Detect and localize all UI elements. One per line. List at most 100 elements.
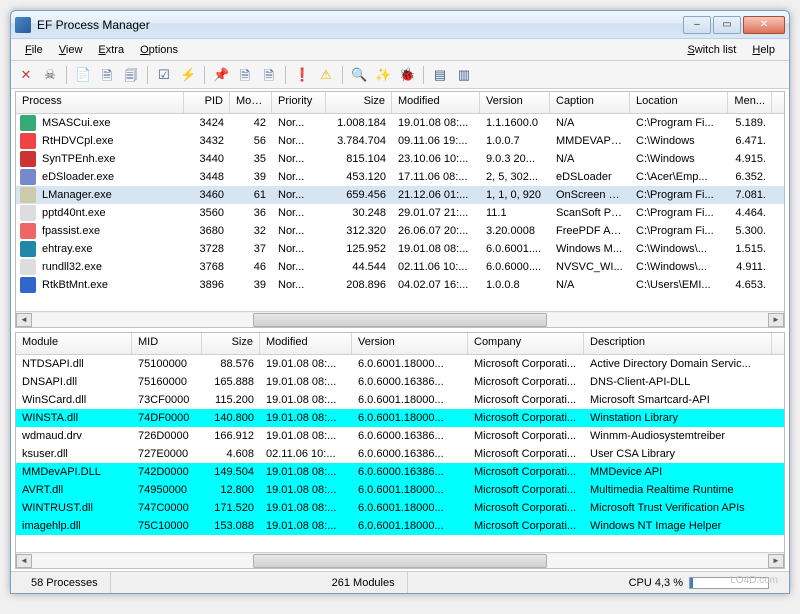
table-row[interactable]: ksuser.dll727E00004.60802.11.06 10:...6.… (16, 445, 784, 463)
process-grid[interactable]: MSASCui.exe342442Nor...1.008.18419.01.08… (16, 114, 784, 311)
cell: ehtray.exe (36, 242, 184, 256)
table-row[interactable]: MSASCui.exe342442Nor...1.008.18419.01.08… (16, 114, 784, 132)
scroll-right-icon[interactable]: ► (768, 554, 784, 568)
magnifier-button[interactable]: 🔍 (348, 64, 370, 86)
cell: 17.11.06 08:... (392, 170, 480, 184)
skull-button[interactable]: ☠ (39, 64, 61, 86)
table-row[interactable]: imagehlp.dll75C10000153.08819.01.08 08:.… (16, 517, 784, 535)
close-button[interactable]: ✕ (743, 16, 785, 34)
cell: FreePDF Ass... (550, 224, 630, 238)
doc-refresh-button[interactable]: 🗎 (258, 64, 280, 86)
doc-refresh-icon: 🗎 (261, 67, 277, 83)
lightning-button[interactable]: ⚡ (177, 64, 199, 86)
process-hscroll[interactable]: ◄ ► (16, 311, 784, 327)
menu-extra[interactable]: Extra (90, 42, 132, 58)
scroll-left-icon[interactable]: ◄ (16, 313, 32, 327)
cell: MMDevice API (584, 465, 772, 479)
col-location[interactable]: Location (630, 92, 728, 113)
menu-options[interactable]: Options (132, 42, 186, 58)
minimize-button[interactable]: – (683, 16, 711, 34)
col-size[interactable]: Size (326, 92, 392, 113)
col-pid[interactable]: PID (184, 92, 230, 113)
cell: OnScreen D... (550, 188, 630, 202)
table-row[interactable]: fpassist.exe368032Nor...312.32026.06.07 … (16, 222, 784, 240)
wand-icon: ✨ (375, 67, 391, 83)
col-module[interactable]: Module (16, 333, 132, 354)
col-process[interactable]: Process (16, 92, 184, 113)
doc-plus-button[interactable]: 🗎 (234, 64, 256, 86)
col-modified[interactable]: Modified (392, 92, 480, 113)
col-caption[interactable]: Caption (550, 92, 630, 113)
titlebar[interactable]: EF Process Manager – ▭ ✕ (11, 11, 789, 39)
module-grid[interactable]: NTDSAPI.dll7510000088.57619.01.08 08:...… (16, 355, 784, 552)
scroll-thumb[interactable] (253, 554, 547, 568)
layout-2-button[interactable]: ▥ (453, 64, 475, 86)
cell: Microsoft Corporati... (468, 411, 584, 425)
col-men[interactable]: Men... (728, 92, 772, 113)
process-pane: ProcessPIDMod...PrioritySizeModifiedVers… (15, 91, 785, 328)
process-icon (20, 259, 36, 275)
cell: Windows M... (550, 242, 630, 256)
cell: 3896 (184, 278, 230, 292)
module-hscroll[interactable]: ◄ ► (16, 552, 784, 568)
table-row[interactable]: WinSCard.dll73CF0000115.20019.01.08 08:.… (16, 391, 784, 409)
warning-button[interactable]: ⚠ (315, 64, 337, 86)
col-version[interactable]: Version (480, 92, 550, 113)
checkbox-button[interactable]: ☑ (153, 64, 175, 86)
cell: WINSTA.dll (16, 411, 132, 425)
bug-button[interactable]: 🐞 (396, 64, 418, 86)
wand-button[interactable]: ✨ (372, 64, 394, 86)
table-row[interactable]: WINTRUST.dll747C0000171.52019.01.08 08:.… (16, 499, 784, 517)
scroll-right-icon[interactable]: ► (768, 313, 784, 327)
cell: 6.0.6001.18000... (352, 501, 468, 515)
page-refresh-button[interactable]: 🗎 (96, 64, 118, 86)
process-icon (20, 169, 36, 185)
col-version[interactable]: Version (352, 333, 468, 354)
table-row[interactable]: RtHDVCpl.exe343256Nor...3.784.70409.11.0… (16, 132, 784, 150)
scroll-thumb[interactable] (253, 313, 547, 327)
cell: Nor... (272, 224, 326, 238)
cell: 36 (230, 206, 272, 220)
menu-view[interactable]: View (51, 42, 91, 58)
table-row[interactable]: SynTPEnh.exe344035Nor...815.10423.10.06 … (16, 150, 784, 168)
cell: 6.0.6001.18000... (352, 357, 468, 371)
cell: 726D0000 (132, 429, 202, 443)
cell: 19.01.08 08:... (260, 465, 352, 479)
table-row[interactable]: DNSAPI.dll75160000165.88819.01.08 08:...… (16, 373, 784, 391)
table-row[interactable]: LManager.exe346061Nor...659.45621.12.06 … (16, 186, 784, 204)
menu-help[interactable]: Help (744, 42, 783, 58)
table-row[interactable]: rundll32.exe376846Nor...44.54402.11.06 1… (16, 258, 784, 276)
cell: 171.520 (202, 501, 260, 515)
layout-1-button[interactable]: ▤ (429, 64, 451, 86)
maximize-button[interactable]: ▭ (713, 16, 741, 34)
pin-button[interactable]: 📌 (210, 64, 232, 86)
cell: 1.0.0.8 (480, 278, 550, 292)
menu-file[interactable]: File (17, 42, 51, 58)
cell: 208.896 (326, 278, 392, 292)
col-modified[interactable]: Modified (260, 333, 352, 354)
table-row[interactable]: ehtray.exe372837Nor...125.95219.01.08 08… (16, 240, 784, 258)
cell: 659.456 (326, 188, 392, 202)
table-row[interactable]: WINSTA.dll74DF0000140.80019.01.08 08:...… (16, 409, 784, 427)
col-mod[interactable]: Mod... (230, 92, 272, 113)
col-description[interactable]: Description (584, 333, 772, 354)
table-row[interactable]: MMDevAPI.DLL742D0000149.50419.01.08 08:.… (16, 463, 784, 481)
col-mid[interactable]: MID (132, 333, 202, 354)
document-button[interactable]: 📄 (72, 64, 94, 86)
col-size[interactable]: Size (202, 333, 260, 354)
menu-switch-list[interactable]: Switch list (679, 42, 744, 58)
table-row[interactable]: RtkBtMnt.exe389639Nor...208.89604.02.07 … (16, 276, 784, 294)
table-row[interactable]: pptd40nt.exe356036Nor...30.24829.01.07 2… (16, 204, 784, 222)
cell: Nor... (272, 134, 326, 148)
scroll-left-icon[interactable]: ◄ (16, 554, 32, 568)
table-row[interactable]: eDSloader.exe344839Nor...453.12017.11.06… (16, 168, 784, 186)
exclaim-button[interactable]: ❗ (291, 64, 313, 86)
page-find-button[interactable]: 🗐 (120, 64, 142, 86)
close-x-button[interactable]: ✕ (15, 64, 37, 86)
cell: Nor... (272, 152, 326, 166)
col-priority[interactable]: Priority (272, 92, 326, 113)
table-row[interactable]: wdmaud.drv726D0000166.91219.01.08 08:...… (16, 427, 784, 445)
table-row[interactable]: AVRT.dll7495000012.80019.01.08 08:...6.0… (16, 481, 784, 499)
col-company[interactable]: Company (468, 333, 584, 354)
table-row[interactable]: NTDSAPI.dll7510000088.57619.01.08 08:...… (16, 355, 784, 373)
